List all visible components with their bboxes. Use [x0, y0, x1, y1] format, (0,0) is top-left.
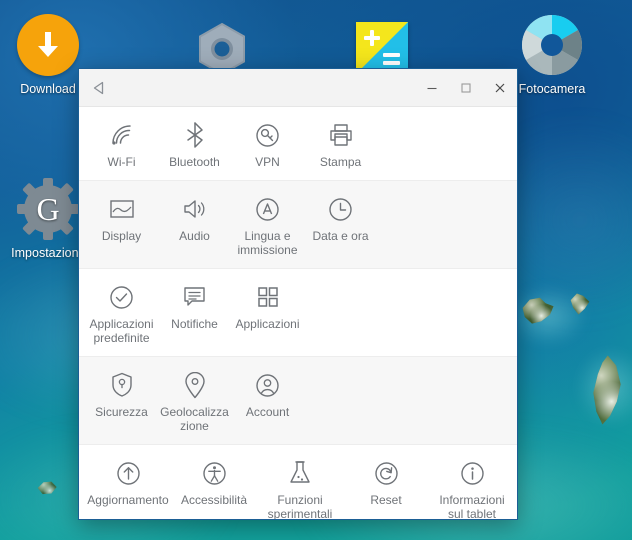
desktop: Download Fotocamera G Impostazioni. Wi-F… — [0, 0, 632, 540]
accessibility-icon — [171, 458, 257, 488]
reset-refresh-icon — [343, 458, 429, 488]
settings-tile-applicazioni-predefinite[interactable]: Applicazioni predefinite — [85, 282, 158, 345]
close-button[interactable] — [483, 69, 517, 107]
vpn-key-icon — [231, 120, 304, 150]
settings-tile-accessibilita[interactable]: Accessibilità — [171, 458, 257, 519]
gear-g-icon-glyph: G — [17, 178, 79, 240]
settings-tile-label: Account — [245, 405, 290, 419]
grid-apps-icon — [231, 282, 304, 312]
settings-tile-label: Accessibilità — [180, 493, 248, 507]
titlebar-spacer — [119, 69, 415, 107]
settings-section-personal: Sicurezza Geolocalizzazione Account — [79, 357, 517, 445]
settings-tile-wifi[interactable]: Wi-Fi — [85, 120, 158, 169]
wifi-icon — [85, 120, 158, 150]
settings-tile-aggiornamento[interactable]: Aggiornamento — [85, 458, 171, 519]
clock-icon — [304, 194, 377, 224]
window-titlebar — [79, 69, 517, 107]
settings-tile-bluetooth[interactable]: Bluetooth — [158, 120, 231, 169]
island-shape — [522, 297, 554, 324]
close-icon — [495, 83, 505, 92]
camera-aperture-icon-glyph — [521, 14, 583, 76]
settings-section-apps: Applicazioni predefinite Notifiche Appli… — [79, 269, 517, 357]
settings-window: Wi-Fi Bluetooth VPN Stampa Display Audio… — [78, 68, 518, 520]
printer-icon — [304, 120, 377, 150]
settings-tile-label: Wi-Fi — [107, 155, 136, 169]
settings-tile-geolocalizzazione[interactable]: Geolocalizzazione — [158, 370, 231, 433]
desktop-icon-label: Fotocamera — [518, 82, 586, 96]
check-circle-icon — [85, 282, 158, 312]
back-button[interactable] — [79, 69, 119, 107]
info-circle-icon — [429, 458, 515, 488]
settings-section-system: Aggiornamento Accessibilità Funzioni spe… — [79, 445, 517, 519]
settings-tile-funzioni-sperimentali[interactable]: Funzioni sperimentali — [257, 458, 343, 519]
settings-section-device: Display Audio Lingua e immissione Data e… — [79, 181, 517, 269]
shield-lock-icon — [85, 370, 158, 400]
settings-tile-label: Display — [101, 229, 142, 243]
speaker-icon — [158, 194, 231, 224]
settings-tile-vpn[interactable]: VPN — [231, 120, 304, 169]
gear-g-icon: G — [17, 178, 79, 240]
settings-tile-stampa[interactable]: Stampa — [304, 120, 377, 169]
settings-tile-label: Applicazioni predefinite — [89, 317, 154, 345]
settings-tile-label: Bluetooth — [169, 155, 220, 169]
settings-tile-label: Data e ora — [312, 229, 369, 243]
settings-tile-reset[interactable]: Reset — [343, 458, 429, 519]
flask-icon — [257, 458, 343, 488]
settings-tile-lingua[interactable]: Lingua e immissione — [231, 194, 304, 257]
island-shape — [570, 293, 590, 315]
settings-tile-account[interactable]: Account — [231, 370, 304, 433]
settings-tile-label: Applicazioni — [235, 317, 300, 331]
settings-tile-label: Reset — [370, 493, 402, 507]
account-person-icon — [231, 370, 304, 400]
settings-tile-label: Informazioni sul tablet — [439, 493, 505, 519]
settings-tile-label: Stampa — [319, 155, 362, 169]
island-halo — [576, 348, 632, 426]
settings-tile-label: Geolocalizzazione — [160, 405, 229, 433]
settings-tile-label: VPN — [255, 155, 280, 169]
settings-tile-notifiche[interactable]: Notifiche — [158, 282, 231, 345]
island-shape — [593, 355, 621, 425]
minimize-button[interactable] — [415, 69, 449, 107]
svg-text:G: G — [36, 191, 59, 227]
settings-section-connectivity: Wi-Fi Bluetooth VPN Stampa — [79, 107, 517, 181]
settings-tile-audio[interactable]: Audio — [158, 194, 231, 257]
notification-bubble-icon — [158, 282, 231, 312]
settings-tile-label: Funzioni sperimentali — [267, 493, 333, 519]
maximize-icon — [461, 82, 471, 93]
calculator-icon — [356, 22, 408, 74]
settings-tile-label: Sicurezza — [95, 405, 148, 419]
settings-tile-applicazioni[interactable]: Applicazioni — [231, 282, 304, 345]
update-arrow-up-icon — [85, 458, 171, 488]
camera-aperture-icon — [521, 14, 583, 76]
settings-tile-data-ora[interactable]: Data e ora — [304, 194, 377, 257]
settings-tile-sicurezza[interactable]: Sicurezza — [85, 370, 158, 433]
island-shape — [37, 481, 57, 495]
location-pin-icon — [158, 370, 231, 400]
settings-tile-label: Audio — [179, 229, 210, 243]
settings-tile-label: Lingua e immissione — [237, 229, 298, 257]
minimize-icon — [427, 87, 437, 89]
bluetooth-icon — [158, 120, 231, 150]
back-triangle-icon — [93, 81, 104, 94]
maximize-button[interactable] — [449, 69, 483, 107]
desktop-icon-fotocamera[interactable]: Fotocamera — [504, 14, 600, 96]
settings-tile-informazioni-tablet[interactable]: Informazioni sul tablet — [429, 458, 515, 519]
download-circle-icon — [17, 14, 79, 76]
settings-tile-label: Aggiornamento — [87, 493, 169, 507]
settings-tile-display[interactable]: Display — [85, 194, 158, 257]
display-icon — [85, 194, 158, 224]
language-a-icon — [231, 194, 304, 224]
island-halo — [508, 286, 588, 346]
settings-tile-label: Notifiche — [171, 317, 218, 331]
settings-body: Wi-Fi Bluetooth VPN Stampa Display Audio… — [79, 107, 517, 519]
download-icon-glyph — [17, 14, 79, 76]
